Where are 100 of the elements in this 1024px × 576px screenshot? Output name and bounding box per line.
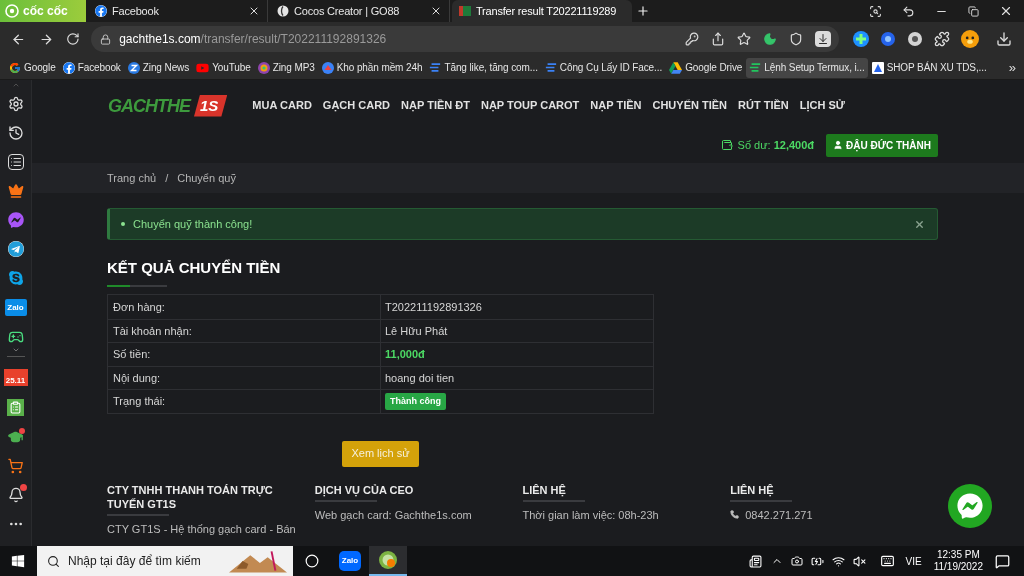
circle-logo-icon [127, 61, 140, 74]
flag-icon [459, 6, 471, 16]
undo-icon[interactable] [902, 4, 915, 18]
messenger-icon[interactable] [7, 212, 24, 228]
bullet-icon [121, 222, 125, 226]
chat-button[interactable] [948, 484, 992, 528]
footer-heading: LIÊN HỆ [730, 482, 775, 497]
taskbar-app[interactable]: Zalo [331, 546, 369, 576]
user-button[interactable]: ĐẬU ĐỨC THÀNH [826, 133, 938, 157]
language-indicator[interactable]: VIE [905, 553, 922, 569]
share-icon[interactable] [711, 32, 725, 46]
footer-text: Thời gian làm việc: 08h-23h [522, 507, 659, 523]
address-field[interactable]: gachthe1s.com/transfer/result/T202211192891326 [91, 26, 839, 52]
reload-icon[interactable] [66, 32, 81, 46]
breadcrumb-link[interactable]: Trang chủ [107, 169, 157, 187]
search-input[interactable]: Nhập tại đây để tìm kiếm [68, 552, 218, 570]
clock[interactable]: 12:35 PM 11/19/2022 [933, 549, 983, 573]
table-cell-text: hoang doi tien [385, 370, 455, 386]
gamepad-icon[interactable] [7, 329, 24, 345]
caret-icon[interactable] [11, 346, 20, 354]
breadcrumb-separator: / [165, 170, 169, 186]
nav-link[interactable]: NẠP TIỀN ĐT [401, 96, 470, 114]
bookmark-item[interactable]: Google [6, 57, 59, 78]
history-icon[interactable] [7, 125, 24, 141]
bookmark-item[interactable]: Facebook [59, 57, 124, 78]
camera-icon[interactable] [790, 555, 803, 567]
bookmark-item[interactable]: Zing News [124, 57, 193, 78]
browser-logo-icon [378, 550, 398, 570]
moon-icon[interactable] [763, 32, 777, 46]
nav-link[interactable]: MUA CARD [252, 96, 312, 114]
download-icon[interactable] [815, 31, 831, 47]
bookmark-item[interactable]: Zing MP3 [254, 57, 318, 78]
bookmark-item[interactable]: Công Cụ Lấy ID Face... [541, 57, 666, 78]
tab-search-icon[interactable] [869, 4, 882, 18]
lines-icon [544, 63, 557, 72]
ring-extension-icon[interactable] [907, 31, 923, 47]
brand-logo-icon [5, 4, 19, 18]
cart-icon[interactable] [7, 458, 24, 474]
section-heading: KẾT QUẢ CHUYỂN TIỀN [107, 259, 281, 277]
footer-heading: CTY TNHH THANH TOÁN TRỰC TUYẾN GT1S [107, 482, 274, 511]
brand-name: cốc cốc [23, 3, 68, 20]
rings-logo-icon [257, 61, 270, 74]
download-icon[interactable] [996, 31, 1012, 47]
bookmark-item[interactable]: Google Drive [666, 57, 746, 78]
sidebar-button[interactable]: 25.11 [3, 369, 28, 386]
lines-icon [749, 63, 762, 72]
close-icon[interactable] [430, 5, 442, 17]
dot-extension-icon[interactable] [880, 31, 896, 47]
keyboard-icon[interactable] [879, 554, 895, 568]
telegram-icon[interactable] [7, 241, 24, 257]
bookmark-item[interactable]: YouTube [193, 57, 254, 78]
key-icon[interactable] [685, 32, 699, 46]
more-bookmarks-button[interactable]: » [1008, 57, 1016, 78]
nav-link[interactable]: LỊCH SỬ [799, 96, 845, 114]
extensions-icon[interactable] [934, 31, 950, 47]
nav-link[interactable]: GẠCH CARD [322, 96, 391, 114]
windows-logo-icon[interactable] [11, 554, 25, 568]
task-view-icon[interactable] [305, 554, 319, 568]
bookmark-item[interactable]: Lệnh Setup Termux, i... [746, 57, 868, 78]
bookmark-item[interactable]: Kho phần mềm 24h [318, 57, 426, 78]
sidebar-button[interactable]: Zalo [4, 299, 27, 316]
site-logo[interactable]: GACHTHE 1S [107, 92, 229, 119]
volume-muted-icon[interactable] [852, 554, 866, 568]
face-icon[interactable] [961, 30, 979, 48]
table-cell-text: Đơn hàng: [113, 299, 165, 315]
search-field[interactable]: Nhập tại đây để tìm kiếm [37, 546, 293, 576]
skype-icon[interactable] [7, 270, 24, 286]
notifications-icon[interactable] [995, 553, 1010, 569]
status-badge: Thành công [385, 392, 446, 410]
table-cell-text: Tài khoản nhận: [113, 323, 192, 339]
bookmark-item[interactable]: SHOP BÁN XU TDS,... [868, 57, 990, 78]
graduation-cap-icon[interactable] [7, 429, 24, 445]
wifi-icon[interactable] [831, 554, 845, 568]
clipboard-icon[interactable] [7, 399, 24, 416]
user-icon [833, 140, 844, 150]
balance-value: 12,400đ [773, 137, 815, 153]
nav-link[interactable]: RÚT TIỀN [738, 96, 789, 114]
shield-icon[interactable] [789, 32, 803, 46]
bookmark-item[interactable]: Tăng like, tăng com... [426, 57, 541, 78]
messenger-icon [957, 493, 983, 519]
google-icon [9, 61, 21, 74]
bell-icon[interactable] [7, 487, 24, 503]
close-icon[interactable] [999, 4, 1013, 18]
nav-link[interactable]: NẠP TOUP CAROT [480, 96, 580, 114]
browser-tab[interactable]: Transfer result T20221119289 [452, 0, 632, 22]
nav-link[interactable]: CHUYỂN TIỀN [652, 96, 728, 114]
close-icon[interactable] [248, 5, 260, 17]
drive-icon [669, 61, 683, 74]
settings-icon[interactable] [7, 96, 24, 112]
news-icon[interactable] [747, 554, 763, 568]
star-icon[interactable] [737, 32, 751, 46]
list-icon[interactable] [7, 154, 24, 170]
facebook-icon [95, 5, 107, 17]
plus-extension-icon[interactable] [853, 31, 869, 47]
footer-text: Web gạch card: Gachthe1s.com [314, 507, 472, 523]
crown-icon[interactable] [7, 183, 24, 199]
taskbar-app[interactable] [369, 546, 407, 576]
new-tab-icon[interactable] [636, 4, 650, 18]
restore-icon[interactable] [968, 5, 979, 17]
nav-link[interactable]: NẠP TIỀN [590, 96, 642, 114]
